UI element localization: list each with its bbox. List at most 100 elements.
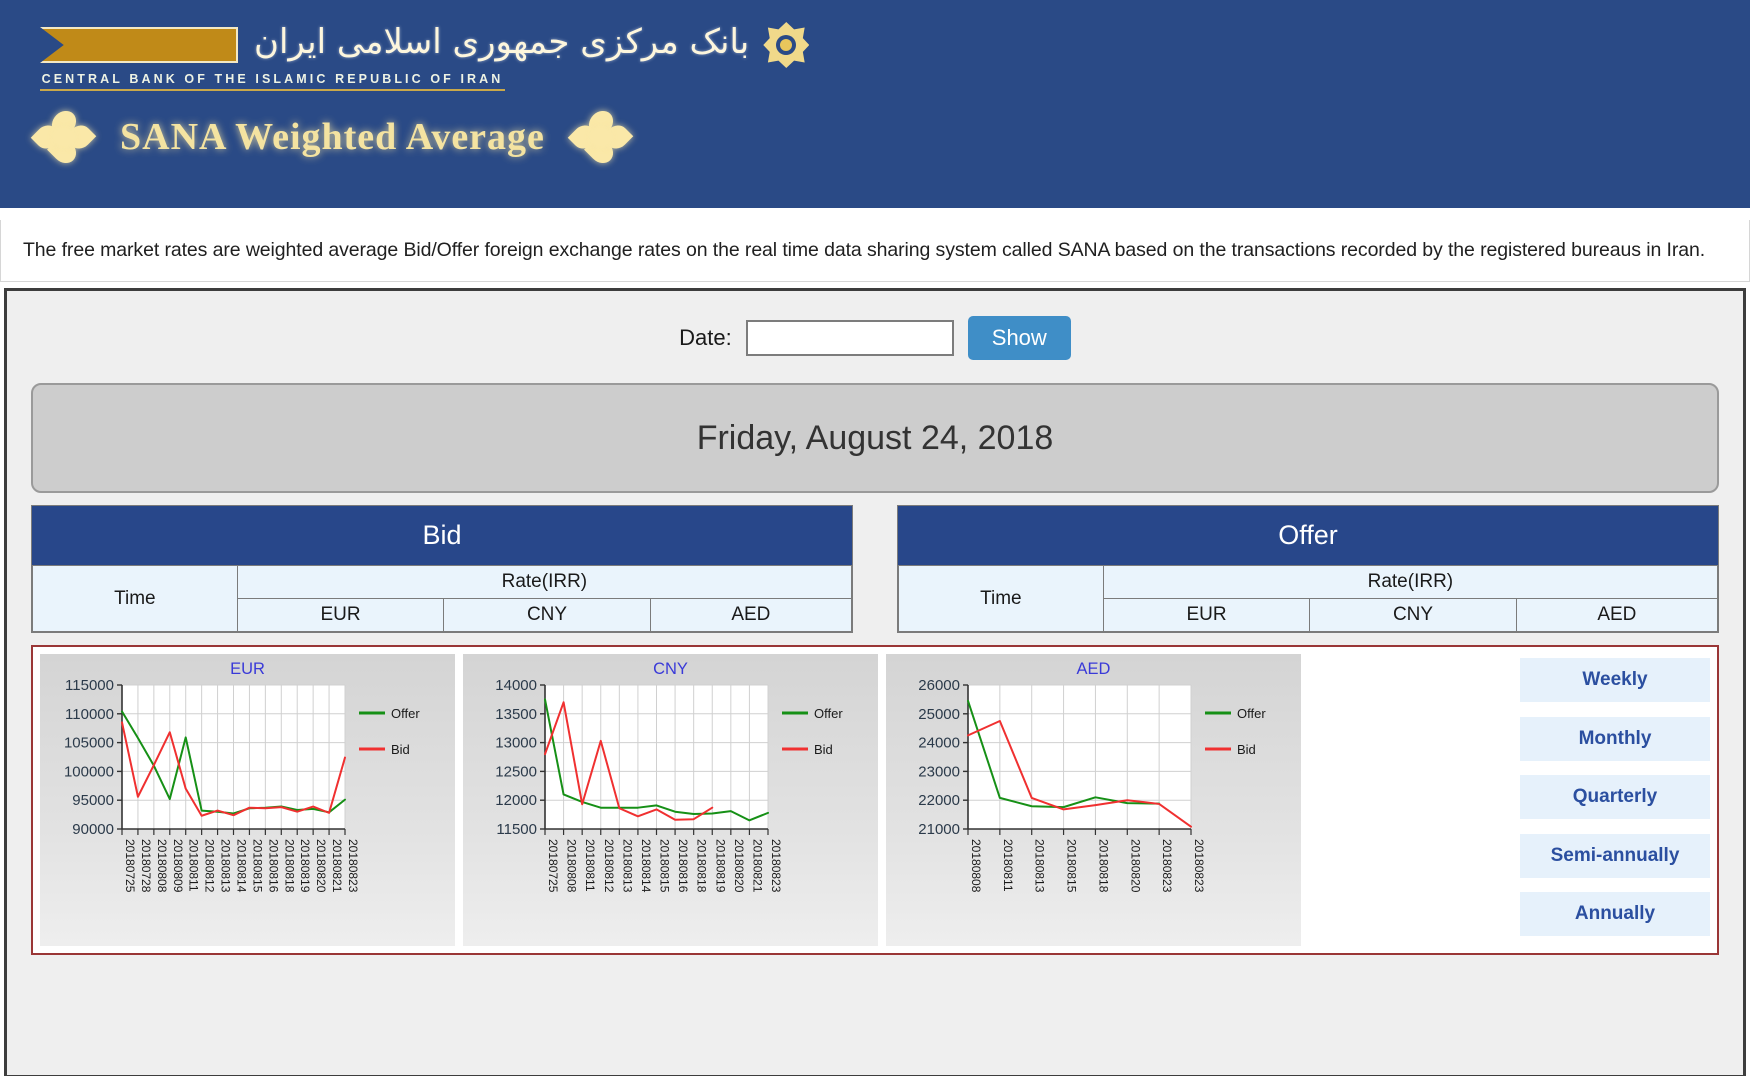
chart-aed: AED 21000 22000 23000 24000 25000 26000 201808… xyxy=(886,654,1301,946)
svg-text:21000: 21000 xyxy=(918,821,960,838)
logo-row: بانک مرکزی جمهوری اسلامی ایران xyxy=(40,22,810,68)
svg-text:20180812: 20180812 xyxy=(602,839,616,893)
svg-text:20180820: 20180820 xyxy=(732,839,746,893)
bid-table-grid: Time Rate(IRR) EUR CNY AED xyxy=(32,565,853,632)
chart-aed-title: AED xyxy=(1076,660,1111,678)
svg-text:20180815: 20180815 xyxy=(658,839,672,893)
bid-time-header: Time xyxy=(32,565,238,632)
svg-text:20180821: 20180821 xyxy=(750,839,764,893)
svg-text:20180811: 20180811 xyxy=(583,839,597,892)
period-monthly-button[interactable]: Monthly xyxy=(1520,716,1710,761)
fleur-de-lis-left-icon xyxy=(30,106,97,168)
svg-text:20180813: 20180813 xyxy=(1033,839,1047,893)
svg-text:20180818: 20180818 xyxy=(282,839,296,893)
svg-text:26000: 26000 xyxy=(918,679,960,694)
site-header: بانک مرکزی جمهوری اسلامی ایران CENTRAL B… xyxy=(0,0,1750,208)
main-panel: Date: Show Friday, August 24, 2018 Bid T… xyxy=(4,288,1746,1076)
svg-text:20180725: 20180725 xyxy=(546,839,560,893)
chart-eur: EUR 90000 95000 100000 105000 110000 115000 20… xyxy=(40,654,455,946)
svg-text:20180811: 20180811 xyxy=(187,839,201,892)
svg-text:Bid: Bid xyxy=(1237,742,1256,757)
offer-col-cny: CNY xyxy=(1309,598,1517,632)
chart-cny: CNY 11500 12000 12500 13000 13500 14000 201807… xyxy=(463,654,878,946)
ribbon-shape-icon xyxy=(40,27,238,63)
svg-text:Bid: Bid xyxy=(391,742,410,757)
offer-rate-header: Rate(IRR) xyxy=(1102,565,1719,599)
period-annually-button[interactable]: Annually xyxy=(1520,892,1710,936)
svg-text:20180818: 20180818 xyxy=(695,839,709,893)
persian-bank-name: بانک مرکزی جمهوری اسلامی ایران xyxy=(254,22,750,62)
bid-col-aed: AED xyxy=(649,598,853,632)
period-weekly-button[interactable]: Weekly xyxy=(1520,658,1710,702)
svg-text:14000: 14000 xyxy=(495,679,537,694)
svg-text:20180819: 20180819 xyxy=(298,839,312,893)
date-input[interactable] xyxy=(745,320,954,356)
svg-text:20180823: 20180823 xyxy=(769,839,783,893)
svg-text:90000: 90000 xyxy=(72,821,114,838)
svg-text:20180818: 20180818 xyxy=(1096,839,1110,893)
date-control-bar: Date: Show xyxy=(25,307,1725,369)
svg-text:Bid: Bid xyxy=(814,742,833,757)
sana-title-row: SANA Weighted Average xyxy=(30,106,634,168)
offer-time-header: Time xyxy=(898,565,1104,632)
sana-weighted-average-title: SANA Weighted Average xyxy=(120,116,545,158)
svg-text:20180814: 20180814 xyxy=(235,839,249,893)
svg-text:20180728: 20180728 xyxy=(139,839,153,893)
description-panel: The free market rates are weighted avera… xyxy=(0,220,1750,282)
cbi-logo: بانک مرکزی جمهوری اسلامی ایران CENTRAL B… xyxy=(40,22,810,91)
svg-text:12000: 12000 xyxy=(495,792,537,809)
date-label: Date: xyxy=(679,325,732,350)
bid-table: Bid Time Rate(IRR) EUR CNY AED xyxy=(31,505,853,633)
svg-text:20180820: 20180820 xyxy=(314,839,328,893)
period-semiannually-button[interactable]: Semi-annually xyxy=(1520,833,1710,878)
fleur-de-lis-right-icon xyxy=(567,106,634,168)
offer-table-grid: Time Rate(IRR) EUR CNY AED xyxy=(898,565,1719,632)
svg-text:24000: 24000 xyxy=(918,735,960,752)
bid-col-cny: CNY xyxy=(443,598,651,632)
chart-aed-plot: 21000 22000 23000 24000 25000 26000 20180808 20… xyxy=(918,679,1266,893)
offer-table: Offer Time Rate(IRR) EUR CNY AED xyxy=(897,505,1719,633)
description-text: The free market rates are weighted avera… xyxy=(23,239,1706,261)
svg-text:11500: 11500 xyxy=(496,821,537,838)
bid-col-eur: EUR xyxy=(236,598,445,632)
svg-text:Offer: Offer xyxy=(1237,706,1266,721)
svg-text:Offer: Offer xyxy=(391,706,420,721)
bank-name-caption: CENTRAL BANK OF THE ISLAMIC REPUBLIC OF … xyxy=(40,72,505,91)
chart-cny-title: CNY xyxy=(653,660,688,678)
svg-text:20180811: 20180811 xyxy=(1001,839,1015,892)
svg-text:20180823: 20180823 xyxy=(346,839,360,893)
offer-col-eur: EUR xyxy=(1102,598,1311,632)
offer-table-title: Offer xyxy=(898,506,1718,565)
period-quarterly-button[interactable]: Quarterly xyxy=(1520,775,1710,819)
offer-col-aed: AED xyxy=(1515,598,1719,632)
svg-text:20180820: 20180820 xyxy=(1128,839,1142,893)
chart-eur-plot: 90000 95000 100000 105000 110000 115000 201807… xyxy=(64,679,420,893)
charts-container: EUR 90000 95000 100000 105000 110000 115000 20… xyxy=(31,645,1719,955)
svg-text:95000: 95000 xyxy=(72,792,114,809)
bid-rate-header: Rate(IRR) xyxy=(236,565,853,599)
svg-text:20180813: 20180813 xyxy=(219,839,233,893)
svg-text:20180815: 20180815 xyxy=(1065,839,1079,893)
svg-text:115000: 115000 xyxy=(65,679,114,694)
svg-text:20180816: 20180816 xyxy=(266,839,280,893)
cbi-emblem-icon xyxy=(763,22,810,68)
svg-text:13000: 13000 xyxy=(495,735,537,752)
svg-text:20180808: 20180808 xyxy=(565,839,579,893)
svg-text:20180819: 20180819 xyxy=(713,839,727,893)
svg-text:20180813: 20180813 xyxy=(620,839,634,893)
svg-text:Offer: Offer xyxy=(814,706,843,721)
rate-tables: Bid Time Rate(IRR) EUR CNY AED Offer Tim… xyxy=(31,505,1719,633)
svg-text:100000: 100000 xyxy=(64,763,114,780)
svg-text:20180815: 20180815 xyxy=(250,839,264,893)
charts-spacer xyxy=(1309,654,1512,946)
show-button[interactable]: Show xyxy=(967,316,1071,360)
svg-text:20180812: 20180812 xyxy=(203,839,217,893)
svg-text:20180823: 20180823 xyxy=(1160,839,1174,893)
svg-text:20180814: 20180814 xyxy=(639,839,653,893)
chart-cny-plot: 11500 12000 12500 13000 13500 14000 20180725 20… xyxy=(495,679,843,893)
svg-text:105000: 105000 xyxy=(64,735,114,752)
svg-text:20180816: 20180816 xyxy=(676,839,690,893)
svg-text:110000: 110000 xyxy=(65,706,114,723)
svg-text:13500: 13500 xyxy=(495,706,537,723)
svg-text:20180809: 20180809 xyxy=(171,839,185,893)
